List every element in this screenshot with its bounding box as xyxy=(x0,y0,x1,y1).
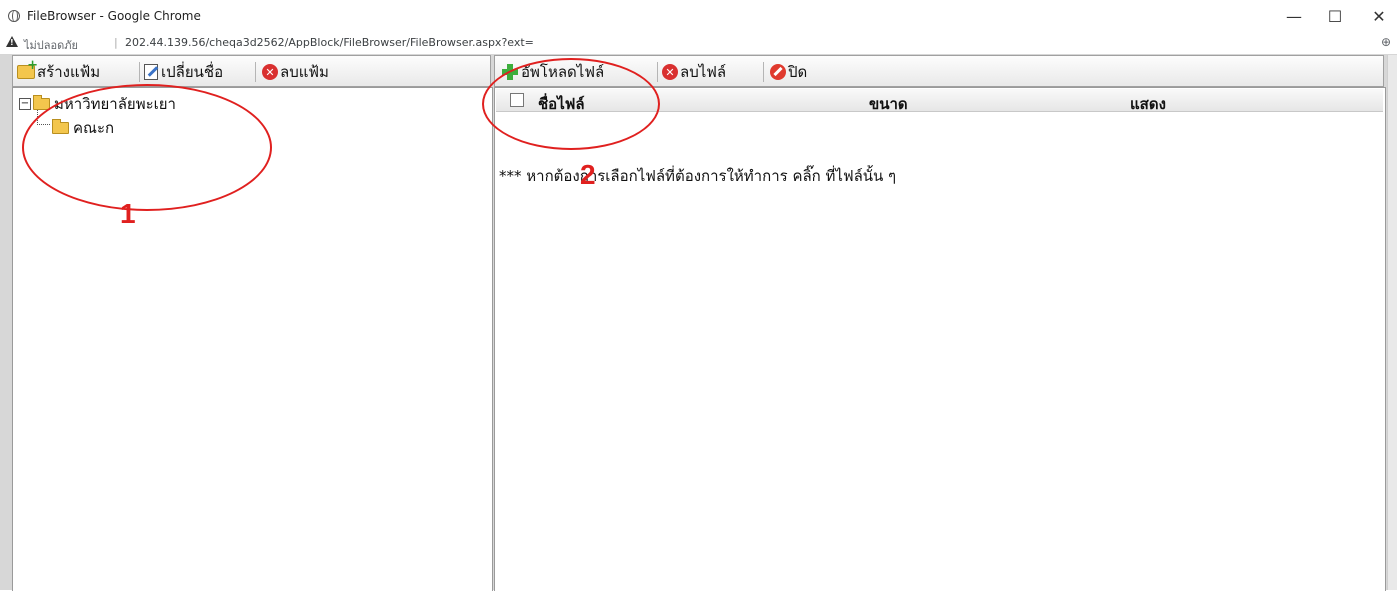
delete-icon: ✕ xyxy=(262,64,278,80)
create-folder-label: สร้างแฟ้ม xyxy=(37,63,101,81)
address-separator: | xyxy=(114,36,118,49)
delete-folder-label: ลบแฟ้ม xyxy=(280,63,329,81)
minimize-button[interactable]: — xyxy=(1279,6,1309,28)
annotation-number-2: 2 xyxy=(580,159,596,190)
zoom-icon[interactable]: ⊕ xyxy=(1381,35,1391,49)
globe-icon xyxy=(8,10,20,22)
rename-button[interactable]: เปลี่ยนชื่อ xyxy=(144,60,223,84)
collapse-icon[interactable]: − xyxy=(19,98,31,110)
page-scrollbar[interactable] xyxy=(1387,55,1397,590)
delete-folder-button[interactable]: ✕ ลบแฟ้ม xyxy=(262,60,329,84)
create-folder-button[interactable]: สร้างแฟ้ม xyxy=(17,58,101,84)
annotation-number-1: 1 xyxy=(120,198,136,229)
address-bar[interactable]: ไม่ปลอดภัย | 202.44.139.56/cheqa3d2562/A… xyxy=(0,32,1397,55)
maximize-button[interactable]: ☐ xyxy=(1320,6,1350,28)
warning-icon[interactable] xyxy=(6,36,18,47)
annotation-ellipse-1 xyxy=(22,84,272,211)
toolbar-divider xyxy=(139,62,140,82)
window-title-bar: FileBrowser - Google Chrome — ☐ ✕ xyxy=(0,0,1397,33)
delete-icon: ✕ xyxy=(662,64,678,80)
rename-label: เปลี่ยนชื่อ xyxy=(161,63,224,81)
toolbar-divider xyxy=(255,62,256,82)
delete-file-label: ลบไฟล์ xyxy=(680,63,727,81)
close-window-button[interactable]: ✕ xyxy=(1364,6,1394,28)
security-label[interactable]: ไม่ปลอดภัย xyxy=(24,36,78,54)
toolbar-divider xyxy=(763,62,764,82)
folder-toolbar: สร้างแฟ้ม เปลี่ยนชื่อ ✕ ลบแฟ้ม xyxy=(12,55,491,87)
delete-file-button[interactable]: ✕ ลบไฟล์ xyxy=(662,60,726,84)
close-browser-button[interactable]: ปิด xyxy=(770,60,807,84)
column-header-size[interactable]: ขนาด xyxy=(869,92,908,116)
annotation-ellipse-2 xyxy=(482,58,660,150)
rename-icon xyxy=(144,64,158,80)
stop-icon xyxy=(770,64,786,80)
column-header-show[interactable]: แสดง xyxy=(1130,92,1166,116)
window-title: FileBrowser - Google Chrome xyxy=(27,9,201,23)
url-text[interactable]: 202.44.139.56/cheqa3d2562/AppBlock/FileB… xyxy=(125,36,534,49)
close-browser-label: ปิด xyxy=(788,63,808,81)
file-list-panel: ชื่อไฟล์ ขนาด แสดง *** หากต้องการเลือกไฟ… xyxy=(494,87,1386,591)
page-content: สร้างแฟ้ม เปลี่ยนชื่อ ✕ ลบแฟ้ม อัพโหลดไฟ… xyxy=(0,55,1397,591)
new-folder-icon xyxy=(17,58,38,79)
toolbar-divider xyxy=(657,62,658,82)
selection-hint: *** หากต้องการเลือกไฟล์ที่ต้องการให้ทำกา… xyxy=(499,167,897,185)
